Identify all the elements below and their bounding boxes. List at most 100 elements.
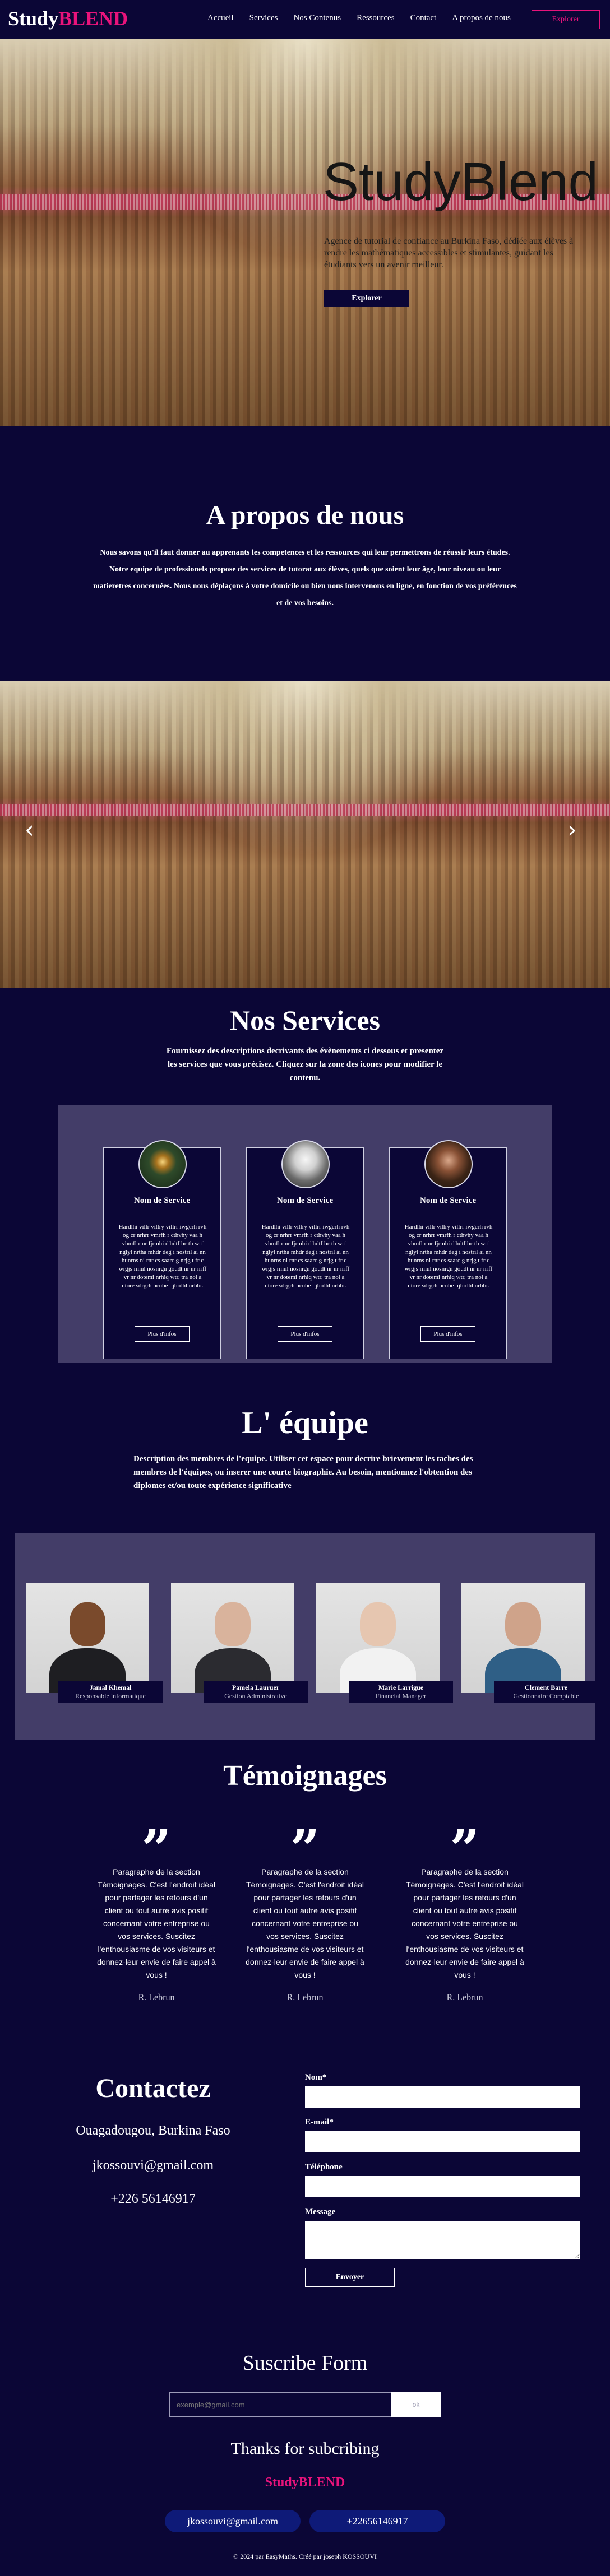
main-menu: Accueil Services Nos Contenus Ressources… [207,13,526,23]
carousel-prev-icon[interactable]: ‹ [25,816,34,843]
services-subtitle: Fournissez des descriptions decrivants d… [166,1047,444,1082]
team-title: L' équipe [242,1406,368,1440]
service-name: Nom de Service [420,1196,476,1205]
member-photo [316,1583,440,1693]
subscribe-email-input[interactable] [169,2392,391,2417]
footer-phone-pill[interactable]: +22656146917 [309,2510,445,2532]
message-label: Message [305,2207,336,2216]
member-caption: Marie Larrigue Financial Manager [349,1681,453,1703]
member-head [215,1602,251,1646]
about-title: A propos de nous [206,500,404,530]
team-member: Pamela Lauruer Gestion Administrative [171,1583,308,1703]
email-field[interactable] [305,2131,580,2152]
team-member: Clement Barre Gestionnaire Comptable [461,1583,598,1703]
service-name: Nom de Service [277,1196,333,1205]
testimonials-title: Témoignages [223,1760,387,1792]
footer-email-pill[interactable]: jkossouvi@gmail.com [165,2510,301,2532]
message-field[interactable] [305,2221,580,2259]
about-text: Nous savons qu'il faut donner au apprena… [93,548,517,607]
service-card: Nom de Service Hardlhi villr villry vill… [389,1140,507,1359]
testimonial: ” Paragraphe de la section Témoignages. … [245,1819,365,2003]
hero-text: Agence de tutorial de confiance au Burki… [324,236,574,269]
nav-explorer-button[interactable]: Explorer [532,10,600,29]
team-member: Jamal Khemal Responsable informatique [26,1583,163,1703]
service-image-sparkler [138,1140,187,1188]
member-caption: Jamal Khemal Responsable informatique [58,1681,163,1703]
member-role: Gestionnaire Comptable [513,1692,579,1700]
service-image-portrait [424,1140,473,1188]
contact-email[interactable]: jkossouvi@gmail.com [66,2158,240,2173]
testimonial-author: R. Lebrun [286,1993,324,2002]
logo-part-2: BLEND [58,7,128,30]
menu-item-accueil[interactable]: Accueil [207,13,234,23]
menu-item-contact[interactable]: Contact [410,13,437,23]
member-role: Financial Manager [375,1692,427,1700]
member-name: Pamela Lauruer [232,1684,280,1691]
hero-explorer-button[interactable]: Explorer [324,290,409,307]
subscribe-button[interactable]: ok [391,2392,441,2417]
menu-item-contenus[interactable]: Nos Contenus [293,13,341,23]
contact-title: Contactez [95,2073,211,2103]
name-label: Nom* [305,2073,327,2082]
quote-icon: ” [290,1819,320,1879]
member-head [70,1602,105,1646]
service-more-button[interactable]: Plus d'infos [278,1326,332,1342]
testimonial: ” Paragraphe de la section Témoignages. … [96,1819,216,2003]
testimonial-text: Paragraphe de la section Témoignages. C'… [405,1867,524,1979]
service-card: Nom de Service Hardlhi villr villry vill… [246,1140,364,1359]
member-photo [461,1583,585,1693]
hero-title: StudyBlend [323,152,599,212]
menu-item-ressources[interactable]: Ressources [357,13,395,23]
email-label: E-mail* [305,2118,334,2127]
service-card: Nom de Service Hardlhi villr villry vill… [103,1140,221,1359]
quote-icon: ” [141,1819,172,1879]
subscribe-thanks: Thanks for subcribing [230,2439,380,2458]
menu-item-apropos[interactable]: A propos de nous [452,13,511,23]
testimonial-author: R. Lebrun [446,1993,483,2002]
member-role: Gestion Administrative [224,1692,287,1700]
brand-logo[interactable]: StudyBLEND [8,7,128,30]
team-member: Marie Larrigue Financial Manager [316,1583,453,1703]
member-caption: Pamela Lauruer Gestion Administrative [204,1681,308,1703]
service-image-student [281,1140,330,1188]
testimonial-author: R. Lebrun [138,1993,175,2002]
member-name: Clement Barre [524,1684,568,1691]
footer-logo[interactable]: StudyBLEND [0,2475,610,2490]
services-title: Nos Services [230,1005,380,1036]
service-more-button[interactable]: Plus d'infos [135,1326,190,1342]
services-panel: Nom de Service Hardlhi villr villry vill… [58,1105,552,1363]
service-description: Hardlhi villr villry villrr iwgcrh rvh o… [118,1224,207,1289]
member-name: Marie Larrigue [378,1684,424,1691]
member-head [505,1602,541,1646]
phone-field[interactable] [305,2176,580,2197]
member-name: Jamal Khemal [89,1684,132,1691]
team-panel: Jamal Khemal Responsable informatique Pa… [15,1533,598,1740]
service-more-button[interactable]: Plus d'infos [420,1326,475,1342]
phone-label: Téléphone [305,2163,343,2172]
service-name: Nom de Service [134,1196,190,1205]
quote-icon: ” [450,1819,480,1879]
member-photo [26,1583,149,1693]
contact-phone[interactable]: +226 56146917 [66,2192,240,2207]
footer-logo-part-2: BLEND [298,2475,345,2490]
member-photo [171,1583,294,1693]
image-carousel: ‹ › [0,681,610,988]
footer-logo-part-1: Study [265,2475,299,2490]
member-caption: Clement Barre Gestionnaire Comptable [494,1681,598,1703]
testimonial-text: Paragraphe de la section Témoignages. C'… [97,1867,216,1979]
subscribe-title: Suscribe Form [242,2351,368,2375]
contact-address: Ouagadougou, Burkina Faso [76,2123,230,2138]
send-button[interactable]: Envoyer [305,2268,395,2287]
copyright: © 2024 par EasyMaths. Créé par joseph KO… [233,2552,377,2560]
navbar: StudyBLEND Accueil Services Nos Contenus… [0,0,610,39]
carousel-next-icon[interactable]: › [567,816,577,843]
testimonial: ” Paragraphe de la section Témoignages. … [405,1819,525,2003]
service-description: Hardlhi villr villry villrr iwgcrh rvh o… [261,1224,350,1289]
hero-banner: StudyBlend Agence de tutorial de confian… [0,39,610,426]
menu-item-services[interactable]: Services [249,13,278,23]
team-subtitle: Description des membres de l'equipe. Uti… [133,1454,473,1490]
logo-part-1: Study [8,7,59,30]
testimonial-text: Paragraphe de la section Témoignages. C'… [246,1867,364,1979]
name-field[interactable] [305,2086,580,2108]
service-description: Hardlhi villr villry villrr iwgcrh rvh o… [404,1224,493,1289]
